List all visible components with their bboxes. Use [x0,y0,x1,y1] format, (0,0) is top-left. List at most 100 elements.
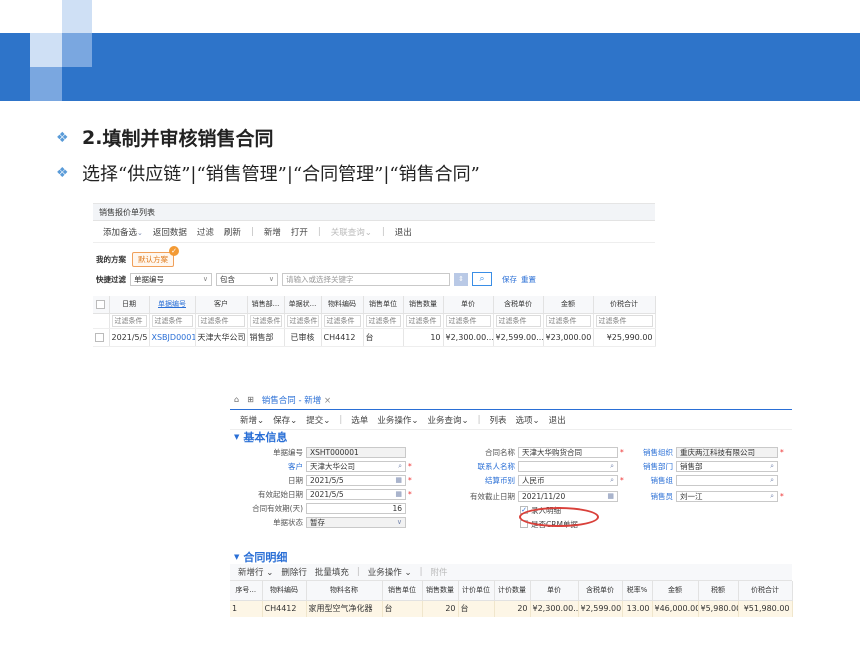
filter-field-select[interactable]: 单据编号 ∨ [130,272,212,286]
column-header[interactable]: 计价数量 [494,581,531,601]
column-header[interactable]: 价税合计 [738,581,793,601]
default-scheme-tag[interactable]: 默认方案 ✓ [132,245,179,267]
submit-button[interactable]: 提交⌄ [306,414,330,426]
sales-org-input[interactable]: 重庆两江科技有限公司 [676,446,778,458]
batch-fill-button[interactable]: 批量填充 [315,566,349,578]
list-button[interactable]: 列表 [489,414,506,426]
condition-cell[interactable]: 过滤条件 [493,313,544,329]
cell-tax-price[interactable]: ¥2,599.00 [578,600,623,617]
select-order-button[interactable]: 选单 [351,414,368,426]
table-row[interactable]: 1 CH4412 家用型空气净化器 台 20 台 20 ¥2,300.00...… [230,600,793,617]
column-header[interactable]: 计价单位 [458,581,495,601]
condition-cell[interactable]: 过滤条件 [443,313,494,329]
open-button[interactable]: 打开 [291,226,308,238]
column-header[interactable]: 日期 [109,296,150,314]
quote-table: 日期 单据编号 客户 销售部... 单据状... 物料编码 销售单位 销售数量 … [93,296,656,347]
cell-price[interactable]: ¥2,300.00... [530,600,579,617]
condition-cell[interactable]: 过滤条件 [403,313,444,329]
column-header[interactable]: 单价 [530,581,579,601]
column-header[interactable]: 销售单位 [382,581,423,601]
exit-button[interactable]: 退出 [549,414,566,426]
column-header[interactable]: 金额 [543,296,594,314]
select-all-checkbox[interactable] [93,296,110,314]
toolbar: 添加备选⌄ 返回数据 过滤 刷新 | 新增 打开 | 关联查询⌄ | 退出 [93,221,655,243]
home-icon[interactable]: ⌂ [234,395,239,404]
condition-cell[interactable]: 过滤条件 [543,313,594,329]
app-grid-icon[interactable]: ⊞ [247,395,254,404]
instruction-text: 选择“供应链”|“销售管理”|“合同管理”|“销售合同” [82,164,480,185]
column-header[interactable]: 金额 [652,581,699,601]
column-header[interactable]: 销售部... [247,296,285,314]
cell-tax: ¥5,980.00 [698,600,739,617]
sales-group-input[interactable]: ⌕ [676,474,778,486]
save-button[interactable]: 保存⌄ [273,414,297,426]
tab-sales-contract[interactable]: 销售合同 - 新增 × [262,394,331,406]
column-header[interactable]: 含税单价 [578,581,623,601]
condition-cell[interactable]: 过滤条件 [321,313,364,329]
condition-cell[interactable]: 过滤条件 [593,313,656,329]
currency-input[interactable]: 人民币 ⌕ [518,474,618,486]
cell-material-code[interactable]: CH4412 [262,600,307,617]
column-header[interactable]: 单据编号 [149,296,196,314]
condition-cell[interactable]: 过滤条件 [149,313,196,329]
customer-input[interactable]: 天津大华公司 ⌕ [306,460,406,472]
condition-cell[interactable]: 过滤条件 [363,313,404,329]
condition-cell[interactable]: 过滤条件 [195,313,248,329]
column-header[interactable]: 物料编码 [321,296,364,314]
business-query-button[interactable]: 业务查询⌄ [427,414,468,426]
exit-button[interactable]: 退出 [395,226,412,238]
return-data-button[interactable]: 返回数据 [153,226,187,238]
business-ops-button[interactable]: 业务操作⌄ [377,414,418,426]
date-input[interactable]: 2021/5/5 ▦ [306,474,406,486]
detail-business-ops-button[interactable]: 业务操作 ⌄ [368,566,412,578]
related-query-button[interactable]: 关联查询⌄ [331,226,372,238]
attachment-button[interactable]: 附件 [430,566,447,578]
save-scheme-link[interactable]: 保存 [502,274,517,285]
row-checkbox[interactable] [93,328,110,347]
column-header[interactable]: 价税合计 [593,296,656,314]
add-row-button[interactable]: 新增行 ⌄ [238,566,273,578]
delete-row-button[interactable]: 删除行 [281,566,307,578]
new-button[interactable]: 新增 [264,226,281,238]
doc-no-input[interactable]: XSHT000001 [306,446,406,458]
column-header[interactable]: 销售单位 [363,296,404,314]
refresh-button[interactable]: 刷新 [224,226,241,238]
condition-cell[interactable]: 过滤条件 [109,313,150,329]
new-button[interactable]: 新增⌄ [240,414,264,426]
cell-sales-qty[interactable]: 20 [422,600,459,617]
section-basic-info[interactable]: ▼ 基本信息 [230,430,792,444]
status-select[interactable]: 暂存 ∨ [306,516,406,528]
column-header[interactable]: 物料名称 [306,581,383,601]
column-header[interactable]: 单价 [443,296,494,314]
table-row[interactable]: 2021/5/5 XSBJD0001 天津大华公司 销售部 已审核 CH4412… [93,328,656,347]
condition-cell[interactable]: 过滤条件 [247,313,285,329]
cell-doc-no[interactable]: XSBJD0001 [149,328,196,347]
column-header[interactable]: 单据状... [284,296,322,314]
column-header[interactable]: 税额 [698,581,739,601]
column-header[interactable]: 物料编码 [262,581,307,601]
contract-name-input[interactable]: 天津大华购货合同 [518,446,618,458]
options-button[interactable]: 选项⌄ [515,414,539,426]
column-header[interactable]: 销售数量 [403,296,444,314]
reset-link[interactable]: 重置 [521,274,536,285]
section-contract-detail[interactable]: ▼ 合同明细 [230,550,792,564]
end-date-input[interactable]: 2021/11/20 ▦ [518,490,618,502]
search-icon[interactable]: ⌕ [472,272,492,286]
filter-button[interactable]: 过滤 [197,226,214,238]
condition-cell[interactable]: 过滤条件 [284,313,322,329]
salesman-input[interactable]: 刘一江 ⌕ [676,490,778,502]
column-header[interactable]: 税率% [622,581,653,601]
contact-input[interactable]: ⌕ [518,460,618,472]
column-header[interactable]: 含税单价 [493,296,544,314]
column-header[interactable]: 客户 [195,296,248,314]
filter-keyword-input[interactable]: 请输入或选择关键字 [282,272,450,286]
expand-icon[interactable]: ⇕ [454,272,468,286]
column-header[interactable]: 序号... [230,581,263,601]
filter-op-select[interactable]: 包含 ∨ [216,272,278,286]
start-date-input[interactable]: 2021/5/5 ▦ [306,488,406,500]
search-icon: ⌕ [770,491,774,500]
sales-dept-input[interactable]: 销售部 ⌕ [676,460,778,472]
valid-days-input[interactable]: 16 [306,502,406,514]
column-header[interactable]: 销售数量 [422,581,459,601]
add-candidate-button[interactable]: 添加备选⌄ [103,226,143,238]
